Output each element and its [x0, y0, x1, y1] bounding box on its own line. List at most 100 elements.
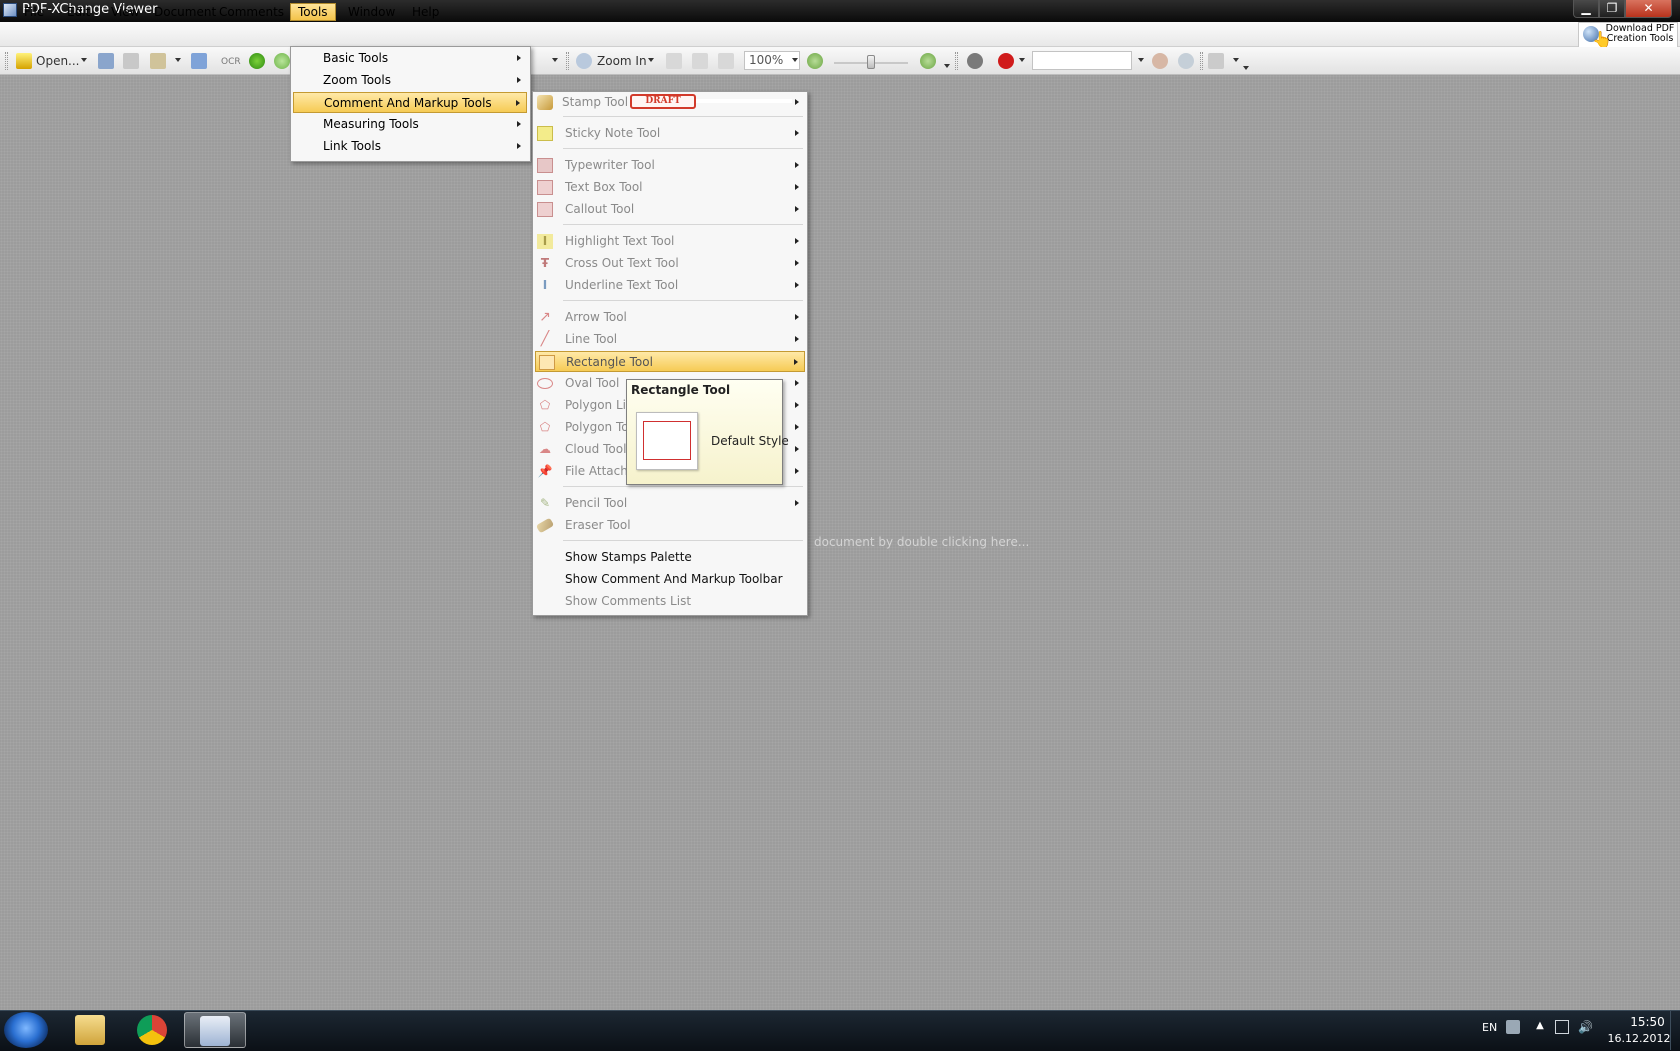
keyboard-icon[interactable]	[1506, 1020, 1520, 1034]
menu-edit[interactable]: Edit	[60, 3, 97, 21]
taskbar-explorer[interactable]	[60, 1012, 122, 1048]
menu-separator	[563, 540, 803, 541]
menu-sticky-note-tool[interactable]: Sticky Note Tool	[535, 123, 805, 144]
email-dropdown-icon[interactable]	[175, 58, 181, 62]
tools-menu-basic-tools[interactable]: Basic Tools	[293, 48, 527, 69]
toolbar-overflow-icon[interactable]	[1243, 66, 1249, 70]
text-box-icon	[537, 180, 553, 195]
workspace-hint: document by double clicking here...	[814, 535, 1030, 549]
menu-arrow-tool[interactable]: ↗ Arrow Tool	[535, 307, 805, 328]
menu-bar	[0, 22, 1680, 47]
toolbar-grip-3[interactable]	[955, 52, 958, 70]
menu-rectangle-tool[interactable]: Rectangle Tool	[535, 351, 805, 372]
tray-expand-icon[interactable]: ▲	[1533, 1020, 1547, 1034]
taskbar-pdf-xchange[interactable]	[184, 1012, 246, 1048]
settings-tools-icon[interactable]	[1208, 53, 1224, 69]
maximize-button[interactable]: ❐	[1599, 0, 1625, 18]
zoom-in-icon[interactable]	[576, 53, 592, 69]
eraser-icon	[535, 517, 555, 534]
back-arrow-icon[interactable]	[249, 53, 265, 69]
tools-menu-zoom-tools[interactable]: Zoom Tools	[293, 70, 527, 91]
find-next-icon[interactable]	[1178, 53, 1194, 69]
clock-time[interactable]: 15:50	[1620, 1015, 1675, 1029]
taskbar-chrome[interactable]	[122, 1012, 184, 1048]
network-icon[interactable]	[1555, 1020, 1569, 1034]
highlight-text-icon: I	[537, 234, 553, 249]
email-icon[interactable]	[150, 53, 166, 69]
app-icon[interactable]	[3, 3, 17, 17]
submenu-arrow-icon	[795, 238, 799, 244]
zoom-slider-thumb[interactable]	[867, 55, 875, 69]
menu-cross-out-text-tool[interactable]: Ŧ Cross Out Text Tool	[535, 253, 805, 274]
submenu-arrow-icon	[795, 468, 799, 474]
menu-file[interactable]: File	[17, 3, 51, 21]
menu-window[interactable]: Window	[341, 3, 402, 21]
submenu-arrow-icon	[517, 121, 521, 127]
zoom-level-dropdown-icon[interactable]	[792, 58, 798, 62]
zoom-in-dropdown-icon[interactable]	[648, 58, 654, 62]
menu-line-tool[interactable]: ╱ Line Tool	[535, 329, 805, 350]
save-icon[interactable]	[98, 53, 114, 69]
menu-view[interactable]: View	[104, 3, 146, 21]
open-folder-icon[interactable]	[16, 53, 32, 69]
tools-dropdown-icon[interactable]	[552, 58, 558, 62]
forward-arrow-icon[interactable]	[274, 53, 290, 69]
menu-highlight-text-tool[interactable]: I Highlight Text Tool	[535, 231, 805, 252]
pdf-viewer-icon	[200, 1016, 230, 1046]
submenu-arrow-icon	[795, 402, 799, 408]
menu-eraser-tool[interactable]: Eraser Tool	[535, 515, 805, 536]
scan-icon[interactable]	[191, 53, 207, 69]
style-popup-title: Rectangle Tool	[631, 383, 731, 397]
language-indicator[interactable]: EN	[1482, 1021, 1497, 1034]
submenu-arrow-icon	[795, 314, 799, 320]
search-input[interactable]	[1032, 51, 1132, 70]
pushpin-icon: 📌	[537, 464, 553, 478]
submenu-arrow-icon	[517, 77, 521, 83]
open-button[interactable]: Open...	[36, 54, 80, 68]
menu-callout-tool[interactable]: Callout Tool	[535, 199, 805, 220]
clock-date[interactable]: 16.12.2012	[1604, 1032, 1674, 1045]
minimize-button[interactable]: ▁	[1573, 0, 1599, 18]
menu-show-stamps-palette[interactable]: Show Stamps Palette	[535, 547, 805, 568]
menu-show-comment-markup-toolbar[interactable]: Show Comment And Markup Toolbar	[535, 569, 805, 590]
search-provider-dropdown-icon[interactable]	[1019, 58, 1025, 62]
ask-search-icon[interactable]	[998, 53, 1014, 69]
zoom-plus-icon[interactable]	[920, 53, 936, 69]
find-previous-icon[interactable]	[1152, 53, 1168, 69]
menu-separator	[563, 148, 803, 149]
menu-help[interactable]: Help	[405, 3, 446, 21]
oval-icon	[537, 378, 553, 389]
volume-icon[interactable]: 🔊	[1578, 1020, 1593, 1034]
actual-size-icon[interactable]	[666, 53, 682, 69]
zoom-in-button[interactable]: Zoom In	[597, 54, 647, 68]
zoom-out-icon[interactable]	[807, 53, 823, 69]
tools-menu-link-tools[interactable]: Link Tools	[293, 136, 527, 157]
ocr-button[interactable]: OCR	[221, 57, 241, 67]
fit-page-icon[interactable]	[692, 53, 708, 69]
menu-typewriter-tool[interactable]: Typewriter Tool	[535, 155, 805, 176]
zoom-plus-dropdown-icon[interactable]	[944, 64, 950, 68]
toolbar-grip-4[interactable]	[1200, 52, 1203, 70]
show-desktop-button[interactable]	[1670, 1011, 1680, 1050]
menu-show-comments-list[interactable]: Show Comments List	[535, 591, 805, 612]
tools-menu-measuring-tools[interactable]: Measuring Tools	[293, 114, 527, 135]
tools-menu-comment-and-markup-tools[interactable]: Comment And Markup Tools	[293, 92, 527, 113]
toolbar-grip[interactable]	[5, 52, 8, 70]
binoculars-icon[interactable]	[967, 53, 983, 69]
menu-text-box-tool[interactable]: Text Box Tool	[535, 177, 805, 198]
menu-comments[interactable]: Comments	[212, 3, 291, 21]
settings-dropdown-icon[interactable]	[1233, 58, 1239, 62]
menu-underline-text-tool[interactable]: I Underline Text Tool	[535, 275, 805, 296]
search-dropdown-icon[interactable]	[1138, 58, 1144, 62]
submenu-arrow-icon	[795, 162, 799, 168]
menu-separator	[563, 486, 803, 487]
open-dropdown-icon[interactable]	[81, 58, 87, 62]
close-button[interactable]: ✕	[1625, 0, 1672, 18]
default-style-label[interactable]: Default Style	[711, 434, 789, 448]
menu-tools[interactable]: Tools	[290, 3, 336, 21]
fit-width-icon[interactable]	[718, 53, 734, 69]
menu-pencil-tool[interactable]: ✎ Pencil Tool	[535, 493, 805, 514]
toolbar-grip-2[interactable]	[566, 52, 569, 70]
print-icon[interactable]	[123, 53, 139, 69]
start-button-icon[interactable]	[4, 1012, 48, 1048]
